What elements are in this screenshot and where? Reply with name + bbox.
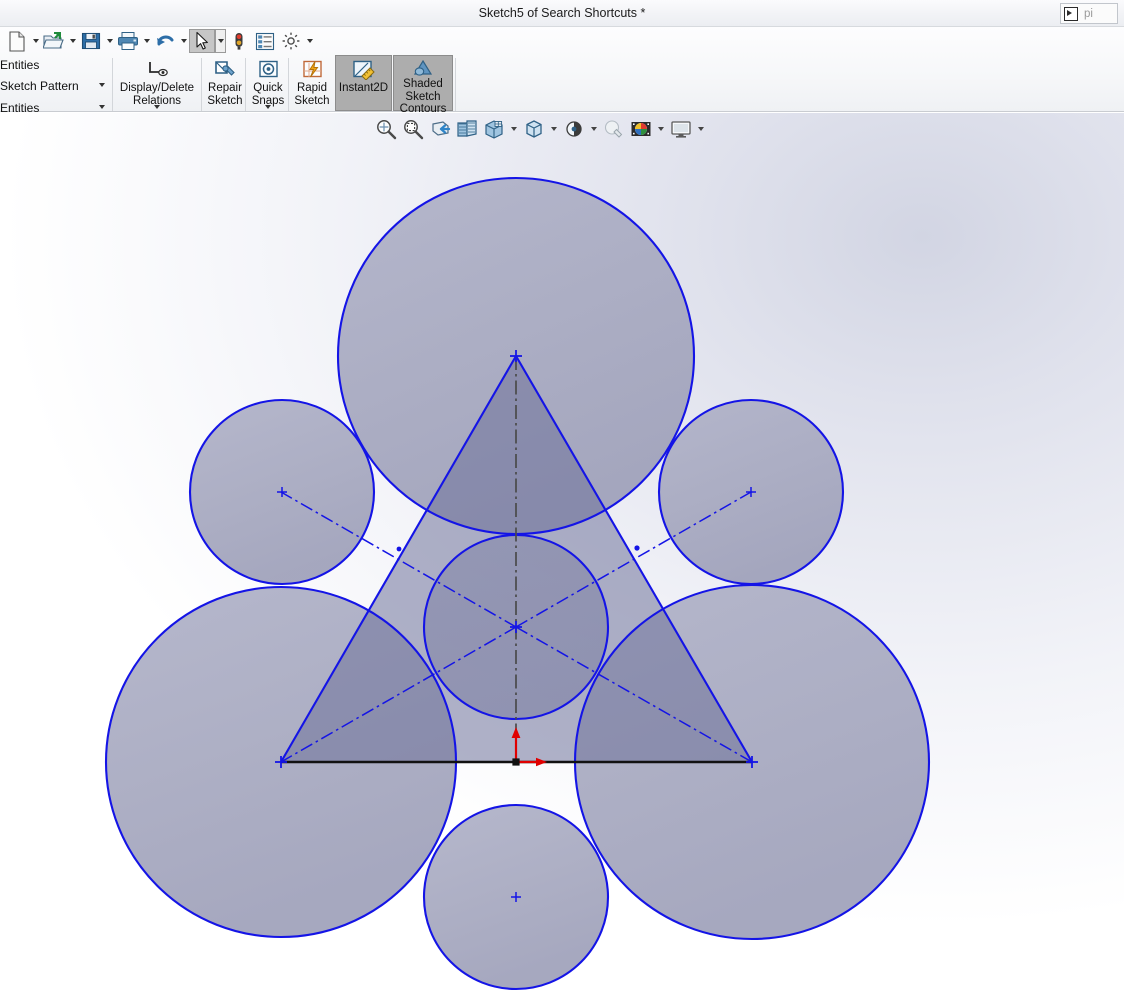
cursor-arrow-icon[interactable] — [189, 29, 215, 53]
open-folder-icon[interactable] — [41, 29, 67, 53]
display-style-icon[interactable] — [520, 116, 547, 142]
qat-save[interactable] — [78, 28, 115, 54]
options-dropdown[interactable] — [304, 29, 315, 53]
graphics-area[interactable] — [0, 113, 1124, 995]
view-settings-icon[interactable] — [667, 116, 694, 142]
ribbon: Entities Sketch Pattern Entities Display… — [0, 27, 1124, 115]
edit-appearance-icon[interactable] — [600, 116, 627, 142]
qat-rebuild[interactable] — [226, 28, 252, 54]
ribbon-clipped-label-column: Entities Sketch Pattern Entities — [0, 55, 112, 115]
apply-scene-dropdown[interactable] — [654, 116, 667, 142]
apply-scene-icon[interactable] — [627, 116, 654, 142]
zoom-to-fit-icon[interactable] — [372, 116, 399, 142]
section-view-icon[interactable] — [453, 116, 480, 142]
traffic-light-icon[interactable] — [226, 29, 252, 53]
print-dropdown[interactable] — [141, 29, 152, 53]
save-dropdown[interactable] — [104, 29, 115, 53]
undo-dropdown[interactable] — [178, 29, 189, 53]
ribbon-separator — [112, 58, 113, 111]
ribbon-button-label: Display/Delete Relations — [119, 82, 195, 107]
ribbon-separator — [201, 58, 202, 111]
ribbon-button-display-delete-relations[interactable]: Display/Delete Relations — [115, 55, 199, 111]
zoom-to-area-icon[interactable] — [399, 116, 426, 142]
ribbon-button-rapid-sketch[interactable]: Rapid Sketch — [291, 55, 333, 111]
ribbon-button-repair-sketch[interactable]: Repair Sketch — [203, 55, 247, 111]
chevron-down-icon[interactable] — [153, 105, 160, 109]
ribbon-label-sketch-pattern[interactable]: Sketch Pattern — [0, 77, 112, 95]
repair-sketch-icon — [214, 59, 236, 81]
qat-open-document[interactable] — [41, 28, 78, 54]
qat-print[interactable] — [115, 28, 152, 54]
gear-icon[interactable] — [278, 29, 304, 53]
chevron-down-icon[interactable] — [99, 83, 105, 87]
open-document-dropdown[interactable] — [67, 29, 78, 53]
view-orientation-icon[interactable] — [480, 116, 507, 142]
hide-show-items-dropdown[interactable] — [587, 116, 600, 142]
qat-new-document[interactable] — [4, 28, 41, 54]
construction-endpoint-dot-right[interactable] — [634, 545, 640, 551]
properties-list-icon[interactable] — [252, 29, 278, 53]
search-commands-icon — [1061, 4, 1081, 23]
ribbon-button-label: Repair Sketch — [207, 82, 243, 107]
command-search-box[interactable]: pi — [1060, 3, 1118, 24]
quick-snaps-icon — [258, 59, 279, 81]
ribbon-separator — [245, 58, 246, 111]
hide-show-items-icon[interactable] — [560, 116, 587, 142]
undo-arrow-icon[interactable] — [152, 29, 178, 53]
qat-options[interactable] — [278, 28, 315, 54]
ribbon-label-entities-1[interactable]: Entities — [0, 56, 112, 74]
shaded-sketch-contours-icon — [411, 59, 435, 77]
ribbon-separator — [455, 58, 456, 111]
printer-icon[interactable] — [115, 29, 141, 53]
qat-undo[interactable] — [152, 28, 189, 54]
ribbon-command-row: Entities Sketch Pattern Entities Display… — [0, 55, 1124, 115]
shaded-contour-fills — [106, 178, 929, 989]
label-text: Sketch Pattern — [0, 79, 79, 93]
ribbon-button-instant2d[interactable]: Instant2D — [335, 55, 392, 111]
ribbon-button-label: Rapid Sketch — [294, 82, 330, 107]
previous-view-icon[interactable] — [426, 116, 453, 142]
qat-file-properties[interactable] — [252, 28, 278, 54]
label-text: Entities — [0, 58, 40, 72]
solidworks-window: Sketch5 of Search Shortcuts * pi Entitie… — [0, 0, 1124, 995]
view-orientation-dropdown[interactable] — [507, 116, 520, 142]
ribbon-button-quick-snaps[interactable]: Quick Snaps — [247, 55, 289, 111]
chevron-down-icon[interactable] — [264, 105, 271, 109]
quick-access-toolbar — [0, 27, 340, 55]
title-bar: Sketch5 of Search Shortcuts * pi — [0, 0, 1124, 27]
select-dropdown[interactable] — [215, 29, 226, 53]
chevron-down-icon[interactable] — [99, 105, 105, 109]
qat-select[interactable] — [189, 28, 226, 54]
search-input-value[interactable]: pi — [1081, 8, 1093, 20]
view-settings-dropdown[interactable] — [694, 116, 707, 142]
ribbon-button-label: Quick Snaps — [251, 82, 285, 107]
heads-up-view-toolbar — [372, 115, 707, 143]
ribbon-separator — [288, 58, 289, 111]
ribbon-button-shaded-sketch-contours[interactable]: Shaded Sketch Contours — [393, 55, 453, 115]
construction-endpoint-dot-left[interactable] — [396, 546, 402, 552]
instant2d-icon — [351, 59, 377, 81]
new-document-dropdown[interactable] — [30, 29, 41, 53]
ribbon-button-label: Shaded Sketch Contours — [399, 78, 447, 115]
display-delete-relations-icon — [144, 59, 170, 81]
rapid-sketch-icon — [302, 59, 323, 81]
window-title: Sketch5 of Search Shortcuts * — [478, 6, 646, 20]
ribbon-button-label: Instant2D — [338, 82, 389, 94]
sketch-canvas-svg[interactable] — [0, 113, 1124, 995]
new-document-icon[interactable] — [4, 29, 30, 53]
floppy-disk-icon[interactable] — [78, 29, 104, 53]
display-style-dropdown[interactable] — [547, 116, 560, 142]
